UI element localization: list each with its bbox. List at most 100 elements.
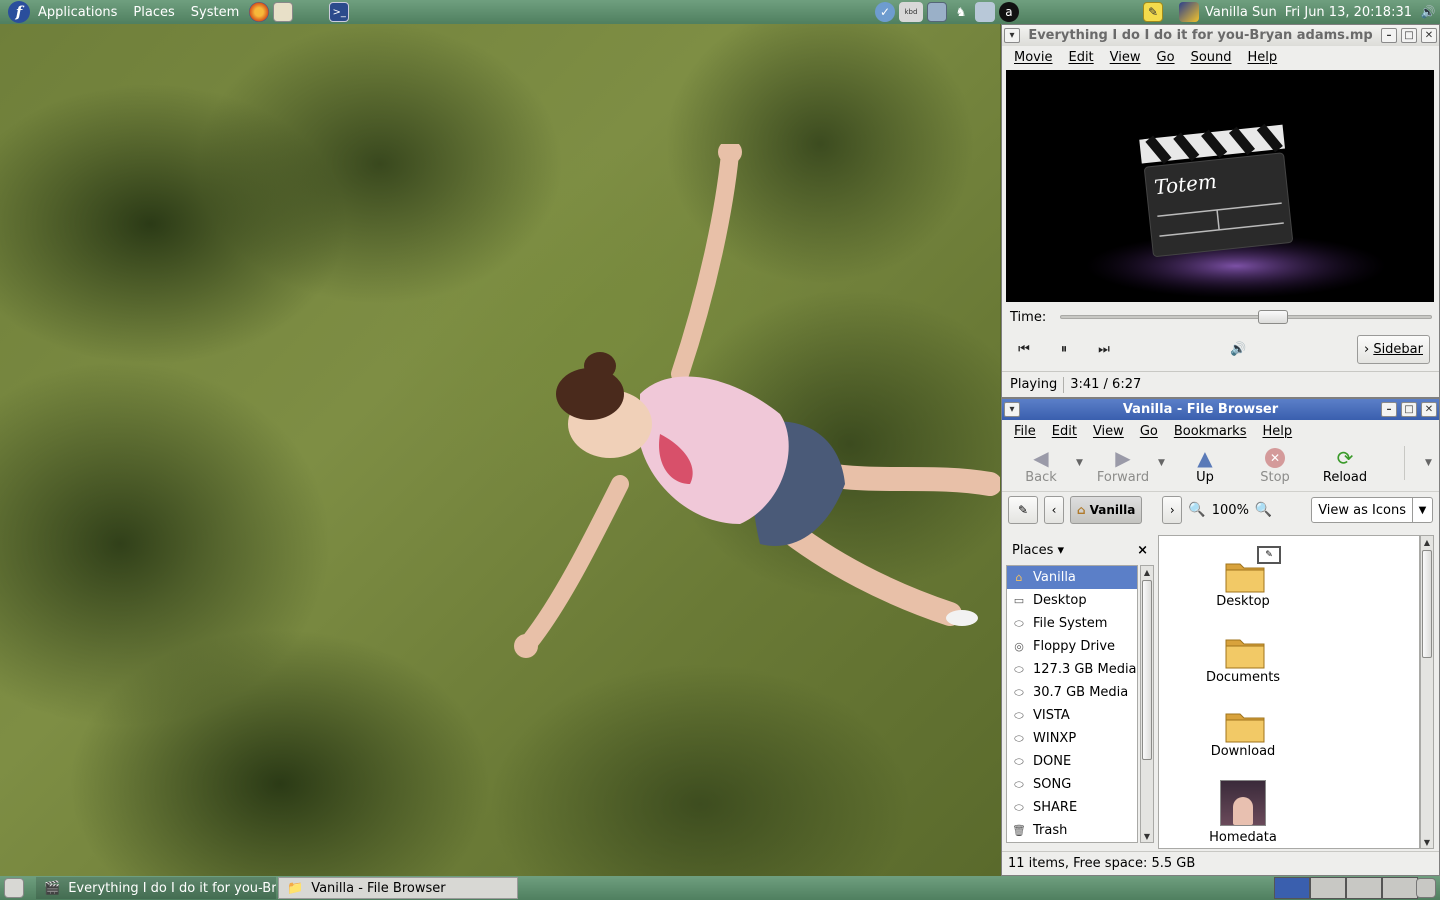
places-scrollbar-thumb[interactable] [1142,580,1152,760]
place-item[interactable]: ⬭ SONG [1007,773,1137,796]
workspace-4[interactable] [1382,877,1418,899]
notes-tray-icon[interactable]: ✎ [1142,2,1163,22]
place-item[interactable]: ⬭ DONE [1007,750,1137,773]
place-item[interactable]: ⬭ VISTA [1007,704,1137,727]
place-item[interactable]: ◎ Floppy Drive [1007,635,1137,658]
up-button[interactable]: ▲ Up [1170,446,1240,485]
trash-applet-icon[interactable] [1416,878,1436,898]
close-sidebar-icon[interactable]: × [1137,543,1148,558]
menu-go[interactable]: Go [1149,50,1183,65]
icon-view-scrollbar-thumb[interactable] [1422,550,1432,658]
monitor-tray-icon[interactable] [926,2,947,22]
show-desktop-icon[interactable] [4,878,24,898]
applications-menu[interactable]: Applications [30,5,125,20]
zoom-out-icon[interactable]: 🔍 [1188,502,1205,518]
menu-help[interactable]: Help [1240,50,1286,65]
back-history-dropdown-icon[interactable]: ▼ [1076,458,1088,468]
location-toggle-button[interactable]: ✎ [1008,496,1038,524]
reload-button[interactable]: ⟳ Reload [1310,446,1380,485]
workspace-1[interactable] [1274,877,1310,899]
menu-edit[interactable]: Edit [1060,50,1101,65]
system-menu[interactable]: System [183,5,247,20]
menu-edit[interactable]: Edit [1044,424,1085,439]
close-icon[interactable]: ✕ [1421,28,1437,43]
minimize-icon[interactable]: – [1381,28,1397,43]
place-item[interactable]: ⌂ Vanilla [1007,566,1137,589]
fedora-logo-icon[interactable]: f [8,1,30,23]
menu-go[interactable]: Go [1132,424,1166,439]
toolbar-overflow-icon[interactable]: ▼ [1404,446,1432,480]
clock[interactable]: Fri Jun 13, 20:18:31 [1281,5,1416,20]
window-menu-icon[interactable]: ▾ [1004,28,1020,43]
places-dropdown[interactable]: Places ▾ [1012,543,1064,558]
path-button-vanilla[interactable]: ⌂ Vanilla [1070,496,1143,524]
menu-bookmarks[interactable]: Bookmarks [1166,424,1255,439]
scroll-up-icon[interactable]: ▲ [1141,566,1153,578]
user-avatar-icon[interactable] [1178,2,1199,22]
file-item[interactable]: Documents [1199,632,1287,685]
applet-tray-icon[interactable] [974,2,995,22]
places-menu[interactable]: Places [125,5,182,20]
scroll-up-icon[interactable]: ▲ [1421,536,1433,548]
video-area[interactable]: Totem [1006,70,1434,302]
place-item[interactable]: ⬭ File System [1007,612,1137,635]
path-left-button[interactable]: ‹ [1044,496,1064,524]
menu-help[interactable]: Help [1254,424,1300,439]
file-item[interactable]: Download [1199,706,1287,759]
menu-sound[interactable]: Sound [1183,50,1240,65]
menu-movie[interactable]: Movie [1006,50,1060,65]
place-item[interactable]: ▭ Desktop [1007,589,1137,612]
gnome-foot-tray-icon[interactable]: ♞ [951,2,971,22]
menu-file[interactable]: File [1006,424,1044,439]
maximize-icon[interactable]: □ [1401,402,1417,417]
user-name[interactable]: Vanilla Sun [1201,5,1281,20]
stop-button[interactable]: ✕ Stop [1240,446,1310,485]
seek-slider-thumb[interactable] [1258,310,1289,324]
volume-button-icon[interactable]: 🔊 [1224,335,1252,363]
maximize-icon[interactable]: □ [1401,28,1417,43]
task-totem[interactable]: 🎬 Everything I do I do it for you-Bryan … [36,877,276,899]
previous-track-icon[interactable]: ⏮ [1010,335,1038,363]
seek-slider[interactable] [1060,310,1432,324]
minimize-icon[interactable]: – [1381,402,1397,417]
menu-view[interactable]: View [1085,424,1132,439]
place-item[interactable]: 🗑 Trash [1007,819,1137,842]
volume-icon[interactable]: 🔊 [1418,2,1438,22]
terminal-launcher-icon[interactable]: >_ [329,2,350,22]
path-right-button[interactable]: › [1162,496,1183,524]
view-mode-select[interactable]: View as Icons ▼ [1311,497,1433,523]
menu-view[interactable]: View [1102,50,1149,65]
sidebar-button[interactable]: › Sidebar [1356,334,1430,364]
file-icon-view[interactable]: ✎ Desktop Documents Download Homedata [1158,535,1420,849]
place-label: SONG [1033,777,1072,792]
close-icon[interactable]: ✕ [1421,402,1437,417]
workspace-3[interactable] [1346,877,1382,899]
zoom-in-icon[interactable]: 🔍 [1255,502,1272,518]
back-button[interactable]: ◀ Back [1006,446,1076,485]
place-item[interactable]: ⬭ 30.7 GB Media [1007,681,1137,704]
totem-titlebar[interactable]: ▾ Everything I do I do it for you-Bryan … [1002,25,1439,46]
forward-button[interactable]: ▶ Forward [1088,446,1158,485]
place-item[interactable]: ⬭ SHARE [1007,796,1137,819]
mail-launcher-icon[interactable] [273,2,294,22]
place-item[interactable]: ⬭ WINXP [1007,727,1137,750]
file-browser-titlebar[interactable]: ▾ Vanilla - File Browser – □ ✕ [1002,399,1439,420]
status-tray-icon[interactable]: a [998,2,1019,22]
places-scrollbar[interactable]: ▲ ▼ [1140,565,1154,843]
file-item[interactable]: ✎ Desktop [1199,542,1287,609]
task-file-browser[interactable]: 📁 Vanilla - File Browser [278,877,518,899]
icon-view-scrollbar[interactable]: ▲ ▼ [1420,535,1434,849]
network-tray-icon[interactable]: ✓ [874,2,895,22]
firefox-launcher-icon[interactable] [249,2,270,22]
pause-icon[interactable]: ⏸ [1050,335,1078,363]
window-menu-icon[interactable]: ▾ [1004,402,1020,417]
keyboard-tray-icon[interactable]: kbd [898,2,923,22]
next-track-icon[interactable]: ⏭ [1090,335,1118,363]
zoom-level[interactable]: 100% [1212,503,1249,518]
workspace-2[interactable] [1310,877,1346,899]
scroll-down-icon[interactable]: ▼ [1421,836,1433,848]
forward-history-dropdown-icon[interactable]: ▼ [1158,458,1170,468]
scroll-down-icon[interactable]: ▼ [1141,830,1153,842]
file-item[interactable]: Homedata [1199,780,1287,845]
place-item[interactable]: ⬭ 127.3 GB Media [1007,658,1137,681]
